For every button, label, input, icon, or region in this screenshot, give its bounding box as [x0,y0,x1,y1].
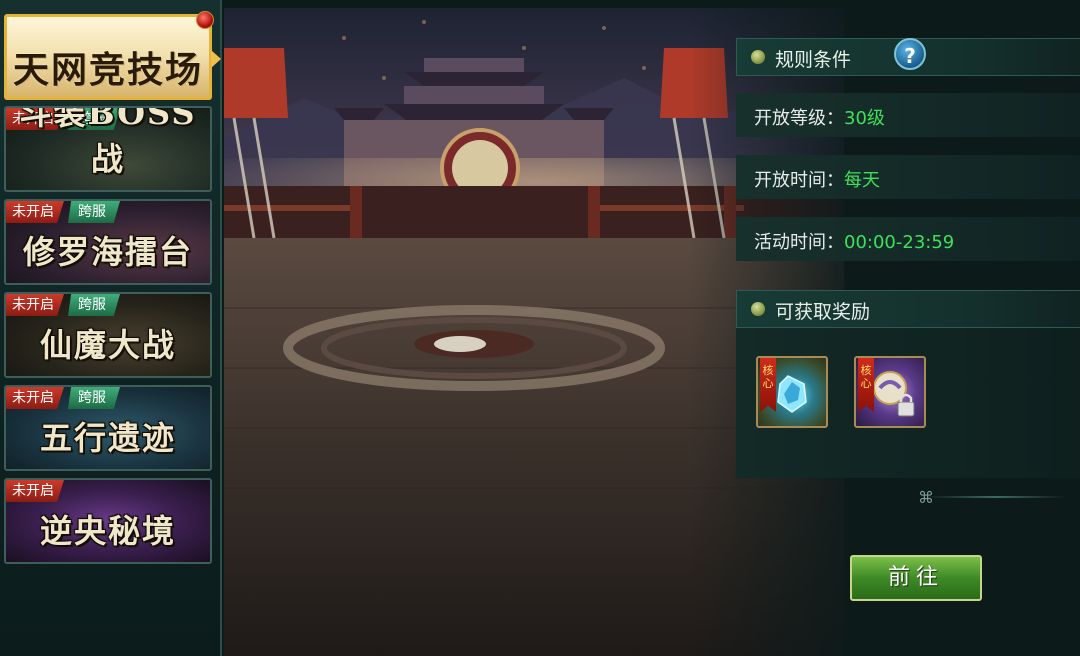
open-level-row: 开放等级：30级 [736,93,1080,137]
open-time-value: 每天 [844,170,880,191]
activity-sidebar: 天网竞技场 未开启 跨服 斗装BOSS战 未开启 跨服 修罗海擂台 未开启 跨服… [0,0,222,656]
activity-time-label: 活动时间： [754,232,844,253]
tab-shura-arena[interactable]: 未开启 跨服 修罗海擂台 [4,199,212,285]
activity-time: 活动时间：00:00-23:59 [754,228,954,254]
open-level: 开放等级：30级 [754,104,885,130]
cross-server-badge: 跨服 [68,294,120,316]
status-badge: 未开启 [6,387,64,409]
tab-immortal-war[interactable]: 未开启 跨服 仙魔大战 [4,292,212,378]
divider [926,496,1066,498]
tab-five-elements[interactable]: 未开启 跨服 五行遗迹 [4,385,212,471]
status-badge: 未开启 [6,294,64,316]
tab-boss-battle-title: 斗装BOSS战 [19,106,197,178]
rules-header-title: 规则条件 [775,49,852,71]
rewards-header: 可获取奖励 [736,290,1080,328]
reward-item[interactable]: 核心 [756,356,828,428]
rewards-header-title: 可获取奖励 [775,301,871,323]
cross-server-badge: 跨服 [68,201,120,223]
goto-button[interactable]: 前往 [850,555,982,601]
open-time-row: 开放时间：每天 [736,155,1080,199]
knot-ornament-icon: ⌘ [918,488,934,507]
status-badge: 未开启 [6,480,64,502]
open-time: 开放时间：每天 [754,166,880,192]
status-badge: 未开启 [6,201,64,223]
tab-shura-arena-title: 修罗海擂台 [22,233,193,271]
open-level-value: 30级 [844,108,885,129]
tab-immortal-war-title: 仙魔大战 [39,326,176,364]
selected-arrow-icon [211,50,221,68]
activity-time-value: 00:00-23:59 [844,232,955,253]
tab-arena[interactable]: 天网竞技场 [4,14,212,100]
jade-bullet-icon [751,302,765,316]
core-tag: 核心 [760,358,776,412]
core-tag: 核心 [858,358,874,412]
cross-server-badge: 跨服 [68,387,120,409]
help-button[interactable]: ? [894,38,926,70]
detail-panel: 规则条件 ? 开放等级：30级 开放时间：每天 活动时间：00:00-23:59… [736,0,1080,656]
jade-bullet-icon [751,50,765,64]
open-level-label: 开放等级： [754,108,844,129]
tab-secret-realm[interactable]: 未开启 逆央秘境 [4,478,212,564]
tab-secret-realm-title: 逆央秘境 [39,512,176,550]
tab-arena-title: 天网竞技场 [12,49,203,91]
activity-time-row: 活动时间：00:00-23:59 [736,217,1080,261]
reward-item[interactable]: 核心 [854,356,926,428]
open-time-label: 开放时间： [754,170,844,191]
tab-boss-battle[interactable]: 未开启 跨服 斗装BOSS战 [4,106,212,192]
tab-five-elements-title: 五行遗迹 [39,419,176,457]
red-gem-icon [196,11,214,29]
